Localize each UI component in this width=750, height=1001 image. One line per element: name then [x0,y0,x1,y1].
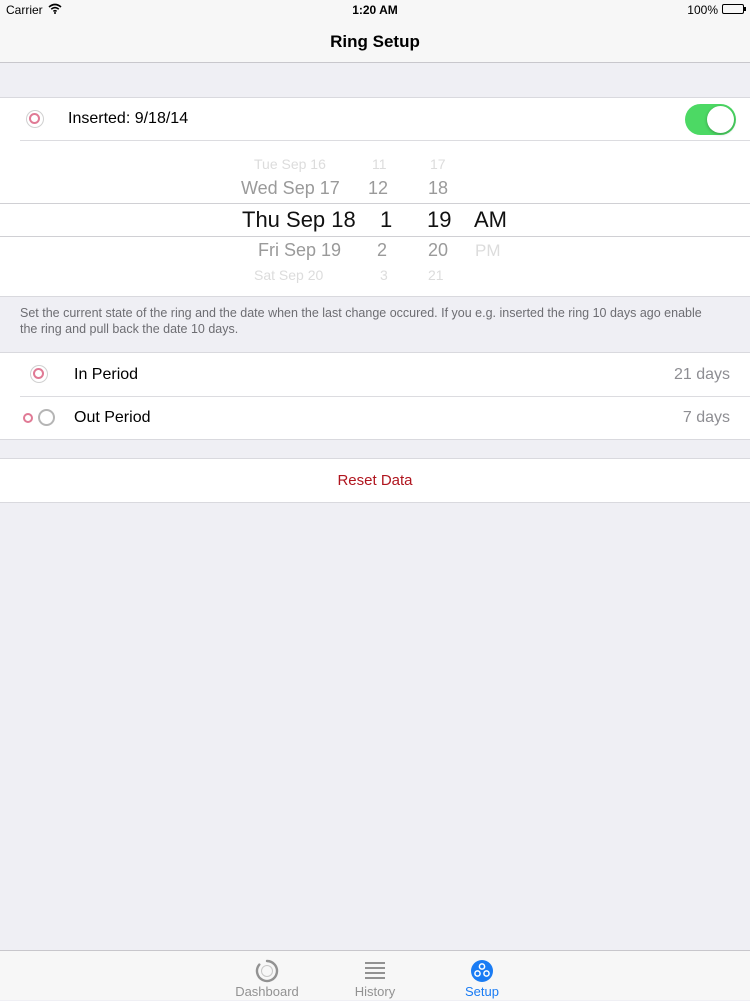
battery-percentage: 100% [687,3,718,17]
date-time-picker[interactable]: Tue Sep 16 11 17 Wed Sep 17 12 18 Thu Se… [0,141,750,296]
picker-minute-option[interactable]: 20 [428,240,448,261]
clock-time: 1:20 AM [352,3,398,17]
picker-date-option[interactable]: Sat Sep 20 [254,267,323,283]
page-title: Ring Setup [330,32,420,51]
out-period-label: Out Period [74,409,151,426]
tab-bar: Dashboard History Setup [0,950,750,1000]
setup-icon [470,959,494,983]
picker-minute-selected[interactable]: 19 [427,207,451,233]
picker-minute-option[interactable]: 18 [428,178,448,199]
battery-icon [722,4,746,14]
in-period-label: In Period [74,366,139,383]
picker-date-option[interactable]: Tue Sep 16 [254,156,326,172]
reset-data-button[interactable]: Reset Data [0,472,750,489]
ring-in-icon [30,365,48,383]
navigation-bar: Ring Setup [0,20,750,63]
picker-minute-option[interactable]: 21 [428,267,444,283]
picker-date-selected[interactable]: Thu Sep 18 [242,207,356,233]
period-group: In Period 21 days Out Period 7 days [0,352,750,440]
inserted-toggle[interactable] [685,104,736,135]
tab-label: History [354,984,396,999]
period-row-in[interactable]: In Period 21 days [0,353,750,396]
picker-hour-option[interactable]: 11 [372,156,387,172]
tab-label: Setup [465,984,499,999]
inserted-row: Inserted: 9/18/14 [0,98,750,140]
status-bar: Carrier 1:20 AM 100% [0,0,750,20]
picker-date-option[interactable]: Fri Sep 19 [258,240,341,261]
picker-hour-option[interactable]: 12 [368,178,388,199]
tab-setup[interactable]: Setup [437,951,527,1001]
in-period-value: 21 days [673,366,730,383]
tab-label: Dashboard [235,984,299,999]
picker-selection-band [0,203,750,237]
dashboard-icon [255,959,279,983]
ring-inserted-icon [26,110,44,128]
picker-date-option[interactable]: Wed Sep 17 [241,178,340,199]
tab-dashboard[interactable]: Dashboard [222,951,312,1001]
picker-ampm-selected[interactable]: AM [474,207,507,233]
ring-setup-description: Set the current state of the ring and th… [20,306,702,336]
picker-hour-option[interactable]: 2 [377,240,387,261]
period-row-out[interactable]: Out Period 7 days [0,397,750,439]
out-period-value: 7 days [682,409,730,426]
tab-history[interactable]: History [330,951,420,1001]
picker-hour-option[interactable]: 3 [380,267,388,283]
ring-state-group: Inserted: 9/18/14 Tue Sep 16 11 17 Wed S… [0,97,750,297]
picker-minute-option[interactable]: 17 [430,156,446,172]
reset-group: Reset Data [0,458,750,503]
history-icon [363,959,387,983]
picker-hour-selected[interactable]: 1 [380,207,392,233]
picker-ampm-option[interactable]: PM [475,241,501,261]
inserted-label: Inserted: 9/18/14 [68,110,189,127]
